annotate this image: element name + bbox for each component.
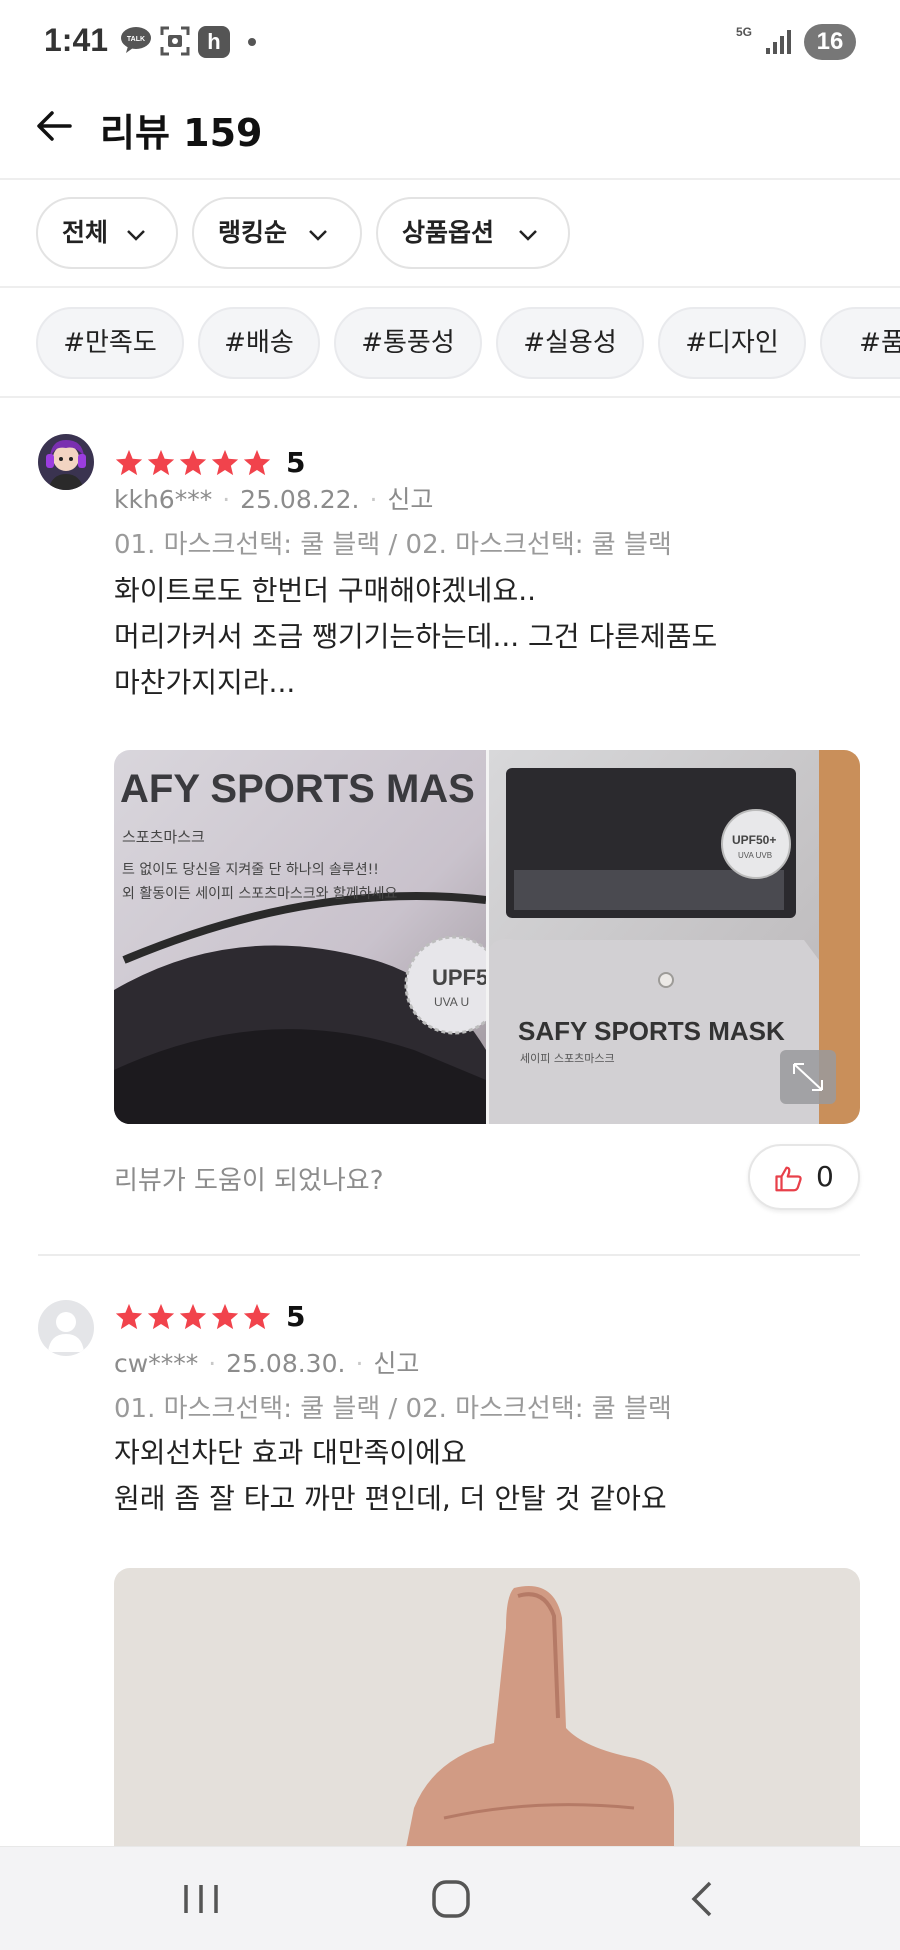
tag-row: #만족도 #배송 #통풍성 #실용성 #디자인 #품질: [0, 290, 900, 398]
report-link[interactable]: 신고: [373, 1349, 419, 1378]
home-icon[interactable]: [426, 1877, 476, 1921]
review-item: 5 kkh6*** · 25.08.22. · 신고 01. 마스크선택: 쿨 블랙 /…: [0, 400, 900, 1260]
divider: [38, 1254, 860, 1256]
review-meta: cw**** · 25.08.30. · 신고: [114, 1349, 420, 1378]
kakaotalk-icon: TALK: [121, 27, 151, 53]
status-bar: 1:41 TALK h 5G 16: [0, 0, 900, 84]
like-button[interactable]: 0: [748, 1144, 860, 1210]
review-photo[interactable]: [114, 1568, 860, 1858]
star-rating: [114, 448, 274, 480]
tag-chip[interactable]: #실용성: [496, 307, 644, 379]
star-icon: [179, 449, 207, 476]
purchase-option: 01. 마스크선택: 쿨 블랙 / 02. 마스크선택: 쿨 블랙: [114, 1394, 672, 1424]
photo-badge-sub: UVA U: [434, 995, 469, 1009]
purchase-option: 01. 마스크선택: 쿨 블랙 / 02. 마스크선택: 쿨 블랙: [114, 530, 672, 560]
review-photo-2: UPF50+ UVA UVB SAFY SPORTS MASK 세이피 스포츠마…: [489, 750, 860, 1124]
photo-brand-text: AFY SPORTS MAS: [120, 767, 475, 811]
like-count: 0: [816, 1160, 834, 1193]
tag-chip[interactable]: #통풍성: [334, 307, 482, 379]
h-app-icon: h: [198, 26, 230, 58]
review-meta: kkh6*** · 25.08.22. · 신고: [114, 485, 434, 514]
avatar[interactable]: [38, 434, 94, 490]
photo-badge-text: UPF5: [432, 965, 488, 990]
photo-line-text: 외 활동이든 세이피 스포츠마스크와 함께하세요: [122, 886, 398, 902]
system-nav-bar: [0, 1846, 900, 1950]
filter-all-dropdown[interactable]: 전체: [36, 197, 178, 269]
screenshot-icon: [160, 26, 190, 56]
report-link[interactable]: 신고: [387, 485, 433, 514]
filter-label: 상품옵션: [402, 218, 495, 247]
filter-label: 랭킹순: [218, 218, 288, 247]
star-icon: [211, 449, 239, 476]
thumbs-up-icon: [775, 1166, 802, 1192]
review-text: 자외선차단 효과 대만족이에요 원래 좀 잘 타고 까만 편인데, 더 안탈 것…: [114, 1436, 667, 1515]
talk-icon-label: TALK: [127, 36, 145, 43]
filter-option-dropdown[interactable]: 상품옵션: [376, 197, 570, 269]
review-item: 5 cw**** · 25.08.30. · 신고 01. 마스크선택: 쿨 블랙 / …: [0, 1266, 900, 1858]
reviewer-name: cw****: [114, 1349, 199, 1378]
chevron-down-icon: [309, 230, 327, 241]
photo-badge-sub: UVA UVB: [738, 851, 772, 860]
tag-chip[interactable]: #디자인: [658, 307, 806, 379]
avatar[interactable]: [38, 1300, 94, 1356]
star-rating: [114, 1302, 274, 1334]
back-arrow-icon[interactable]: [32, 104, 76, 148]
filter-label: 전체: [62, 218, 109, 247]
star-icon: [243, 449, 271, 476]
photo-badge-text: UPF50+: [732, 833, 776, 847]
star-icon: [211, 1303, 239, 1330]
chevron-down-icon: [519, 230, 537, 241]
back-nav-icon[interactable]: [678, 1877, 728, 1921]
tag-chip[interactable]: #품질: [820, 307, 900, 379]
header: 리뷰 159: [0, 84, 900, 180]
review-date: 25.08.30.: [226, 1349, 346, 1378]
status-time: 1:41: [44, 22, 109, 58]
network-indicator: 5G: [735, 25, 752, 39]
star-icon: [243, 1303, 271, 1330]
filter-row: 전체 랭킹순 상품옵션: [0, 182, 900, 288]
star-icon: [147, 449, 175, 476]
review-photo-1: AFY SPORTS MAS 스포츠마스크 트 없이도 당신을 지켜줄 단 하나…: [114, 750, 504, 1124]
recent-apps-icon[interactable]: [176, 1877, 226, 1921]
photo-brand-text: SAFY SPORTS MASK: [518, 1016, 785, 1046]
star-icon: [147, 1303, 175, 1330]
star-icon: [115, 1303, 143, 1330]
dot-icon: [248, 38, 256, 46]
tag-chip[interactable]: #만족도: [36, 307, 184, 379]
rating-value: 5: [286, 446, 306, 479]
filter-sort-dropdown[interactable]: 랭킹순: [192, 197, 362, 269]
helpful-question: 리뷰가 도움이 되었나요?: [114, 1166, 384, 1196]
tag-chip[interactable]: #배송: [198, 307, 320, 379]
review-text: 화이트로도 한번더 구매해야겠네요.. 머리가커서 조금 쨍기기는하는데... …: [114, 574, 718, 699]
chevron-down-icon: [127, 230, 145, 241]
photo-sub-text: 세이피 스포츠마스크: [520, 1052, 615, 1065]
review-date: 25.08.22.: [240, 485, 360, 514]
photo-sub-text: 스포츠마스크: [122, 828, 205, 846]
page-title: 리뷰 159: [100, 111, 263, 155]
reviewer-name: kkh6***: [114, 485, 213, 514]
review-photos[interactable]: AFY SPORTS MAS 스포츠마스크 트 없이도 당신을 지켜줄 단 하나…: [114, 750, 860, 1124]
rating-value: 5: [286, 1300, 306, 1333]
signal-icon: [766, 30, 791, 54]
battery-indicator: 16: [804, 24, 856, 60]
star-icon: [179, 1303, 207, 1330]
star-icon: [115, 449, 143, 476]
photo-line-text: 트 없이도 당신을 지켜줄 단 하나의 솔루션!!: [122, 862, 379, 878]
